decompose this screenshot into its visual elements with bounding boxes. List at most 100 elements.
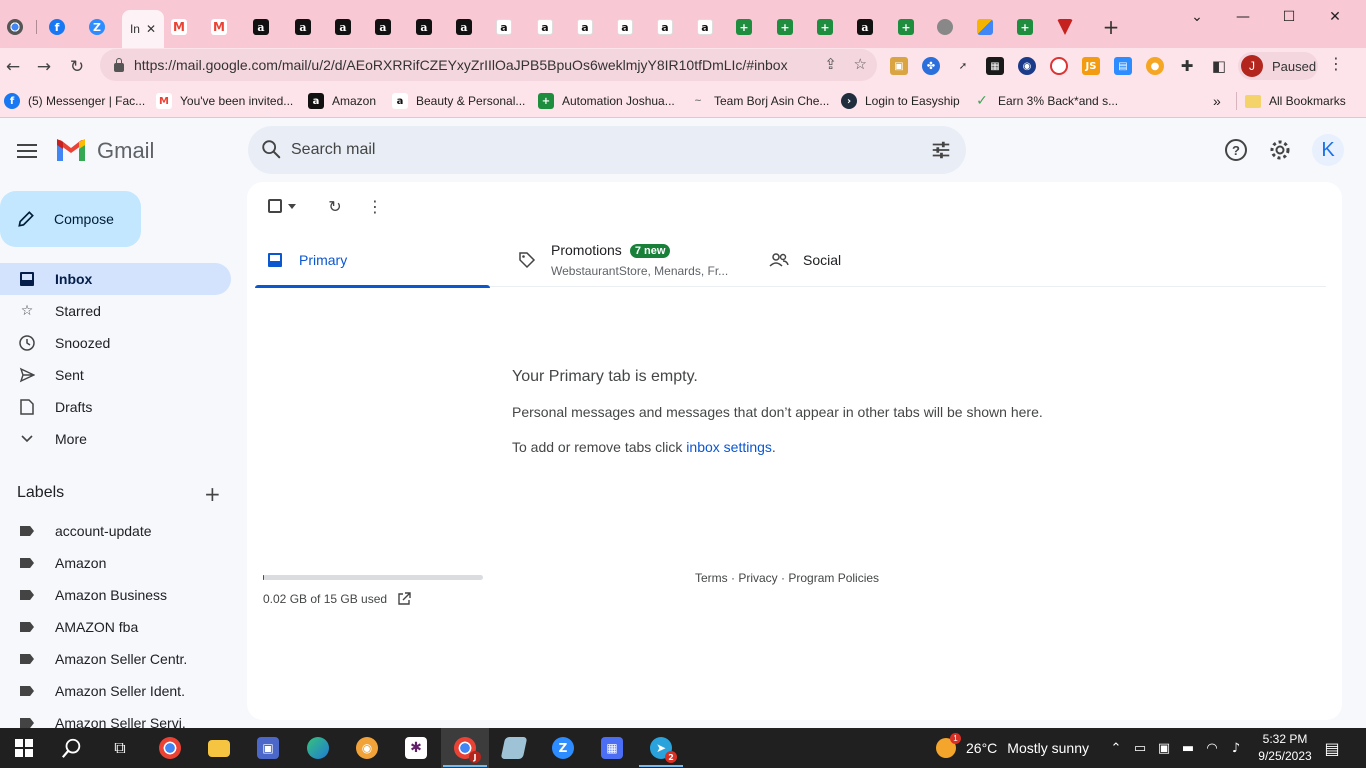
extension-icon[interactable] [1050, 57, 1068, 75]
bookmark-item[interactable]: ✓ Earn 3% Back*and s... [974, 92, 1118, 110]
browser-tab-sheets[interactable]: + [812, 14, 838, 40]
sidepanel-icon[interactable]: ◧ [1210, 57, 1228, 75]
browser-tab-amazon-smile[interactable]: a [532, 14, 558, 40]
taskbar-chrome-profile[interactable]: J [441, 728, 489, 768]
bookmark-star-icon[interactable]: ☆ [854, 55, 867, 73]
browser-tab-tool[interactable] [972, 14, 998, 40]
privacy-link[interactable]: Privacy [738, 571, 777, 585]
forward-button[interactable]: → [31, 54, 57, 80]
bookmarks-overflow-button[interactable]: » [1213, 92, 1221, 110]
bookmark-item[interactable]: ~ Team Borj Asin Che... [690, 92, 829, 110]
browser-menu-icon[interactable]: ⋮ [1328, 54, 1344, 73]
browser-tab-amazon[interactable]: a [370, 14, 396, 40]
search-icon[interactable] [260, 138, 282, 160]
browser-tab-amazon-smile[interactable]: a [612, 14, 638, 40]
notifications-icon[interactable]: ▤ [1324, 739, 1340, 758]
google-account-avatar[interactable]: K [1312, 134, 1344, 166]
label-item[interactable]: Amazon Seller Ident. [0, 675, 231, 707]
browser-tab-inbox[interactable]: In ✕ [122, 10, 164, 48]
inbox-settings-link[interactable]: inbox settings [686, 439, 772, 455]
browser-tab-amazon[interactable]: a [330, 14, 356, 40]
browser-tab-sheets[interactable]: + [772, 14, 798, 40]
extension-icon[interactable]: ● [1146, 57, 1164, 75]
system-clock[interactable]: 5:32 PM 9/25/2023 [1254, 731, 1316, 765]
weather-widget[interactable]: 1 26°C Mostly sunny [936, 728, 1089, 768]
more-actions-button[interactable]: ⋮ [363, 194, 387, 218]
bookmark-item[interactable]: + Automation Joshua... [538, 92, 675, 110]
extension-icon[interactable]: ◉ [1018, 57, 1036, 75]
taskbar-edge[interactable] [294, 728, 342, 768]
browser-tab-zoom[interactable]: Z [84, 14, 110, 40]
close-window-button[interactable]: ✕ [1312, 6, 1358, 28]
label-item[interactable]: Amazon Seller Centr. [0, 643, 231, 675]
browser-tab-amazon-smile[interactable]: a [572, 14, 598, 40]
minimize-button[interactable]: — [1220, 6, 1266, 28]
main-menu-icon[interactable] [17, 144, 37, 158]
all-bookmarks-button[interactable]: All Bookmarks [1236, 92, 1346, 110]
url-text[interactable]: https://mail.google.com/mail/u/2/d/AEoRX… [134, 57, 788, 73]
browser-tab-amazon-smile[interactable]: a [491, 14, 517, 40]
address-bar[interactable]: https://mail.google.com/mail/u/2/d/AEoRX… [100, 49, 877, 81]
browser-tab-amazon[interactable]: a [411, 14, 437, 40]
task-view-button[interactable]: ⧉ [96, 728, 144, 768]
browser-tab-amazon-smile[interactable]: a [692, 14, 718, 40]
taskbar-telegram[interactable]: ➤ 2 [637, 728, 685, 768]
nav-item-drafts[interactable]: Drafts [0, 391, 231, 423]
bookmark-item[interactable]: M You've been invited... [156, 92, 293, 110]
extension-icon[interactable]: ➚ [954, 57, 972, 75]
back-button[interactable]: ← [0, 54, 26, 80]
program-policies-link[interactable]: Program Policies [788, 571, 879, 585]
bookmark-item[interactable]: f (5) Messenger | Fac... [4, 92, 145, 110]
extension-icon[interactable]: ▦ [986, 57, 1004, 75]
profile-button[interactable]: J Paused [1238, 52, 1318, 80]
select-all-checkbox[interactable] [265, 194, 299, 218]
puzzle-icon[interactable]: ✚ [1178, 57, 1196, 75]
show-hidden-icons-icon[interactable]: ⌃ [1108, 740, 1124, 756]
tab-promotions[interactable]: Promotions 7 new WebstaurantStore, Menard… [507, 232, 742, 287]
browser-tab-chrome[interactable] [2, 14, 28, 40]
nav-item-more[interactable]: More [0, 423, 231, 455]
meet-now-icon[interactable]: ▭ [1132, 740, 1148, 756]
wifi-icon[interactable]: ◠ [1204, 740, 1220, 756]
reload-button[interactable]: ↻ [64, 54, 90, 80]
browser-tab-amazon[interactable]: a [248, 14, 274, 40]
compose-button[interactable]: Compose [0, 191, 141, 247]
help-icon[interactable]: ? [1224, 138, 1248, 162]
maximize-button[interactable]: ☐ [1266, 6, 1312, 28]
taskbar-app[interactable] [490, 728, 538, 768]
browser-tab-sheets[interactable]: + [893, 14, 919, 40]
start-button[interactable] [0, 728, 48, 768]
browser-tab-gmail[interactable]: M [206, 14, 232, 40]
search-bar[interactable] [248, 126, 966, 174]
browser-tab-sheets[interactable]: + [731, 14, 757, 40]
taskbar-zoom[interactable]: Z [539, 728, 587, 768]
nav-item-inbox[interactable]: Inbox [0, 263, 231, 295]
tab-search-button[interactable]: ⌄ [1174, 6, 1220, 28]
taskbar-vpn[interactable]: ◉ [343, 728, 391, 768]
tab-social[interactable]: Social [759, 232, 994, 287]
browser-tab-amazon[interactable]: a [451, 14, 477, 40]
nav-item-starred[interactable]: ☆ Starred [0, 295, 231, 327]
search-input[interactable] [291, 136, 891, 164]
volume-icon[interactable]: ♪ [1228, 740, 1244, 756]
browser-tab-globe[interactable] [932, 14, 958, 40]
taskbar-file-explorer[interactable] [195, 728, 243, 768]
extension-icon[interactable]: ▤ [1114, 57, 1132, 75]
bookmark-item[interactable]: a Amazon [308, 92, 376, 110]
tab-primary[interactable]: Primary [255, 232, 490, 288]
browser-tab-red[interactable] [1052, 14, 1078, 40]
label-item[interactable]: Amazon [0, 547, 231, 579]
battery-icon[interactable]: ▬ [1180, 740, 1196, 756]
label-item[interactable]: Amazon Seller Servi. [0, 707, 231, 728]
nav-item-snoozed[interactable]: Snoozed [0, 327, 231, 359]
settings-gear-icon[interactable] [1268, 138, 1292, 162]
new-tab-button[interactable]: + [1098, 14, 1124, 40]
display-icon[interactable]: ▣ [1156, 740, 1172, 756]
taskbar-slack[interactable]: ✱ [392, 728, 440, 768]
search-options-icon[interactable] [930, 139, 952, 161]
label-item[interactable]: AMAZON fba [0, 611, 231, 643]
nav-item-sent[interactable]: Sent [0, 359, 231, 391]
taskbar-search-button[interactable] [48, 728, 96, 768]
browser-tab-facebook[interactable]: f [44, 14, 70, 40]
browser-tab-sheets[interactable]: + [1012, 14, 1038, 40]
